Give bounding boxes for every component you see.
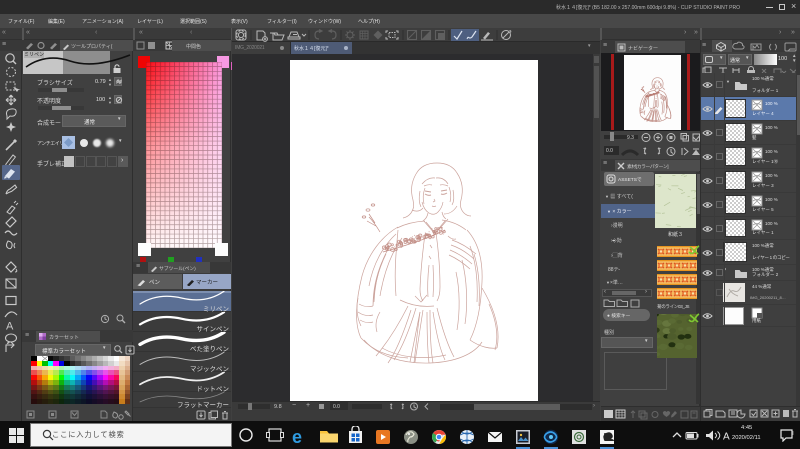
svg-text:A: A bbox=[6, 321, 14, 333]
svg-text:A: A bbox=[723, 432, 730, 443]
svg-text:e: e bbox=[292, 427, 302, 446]
